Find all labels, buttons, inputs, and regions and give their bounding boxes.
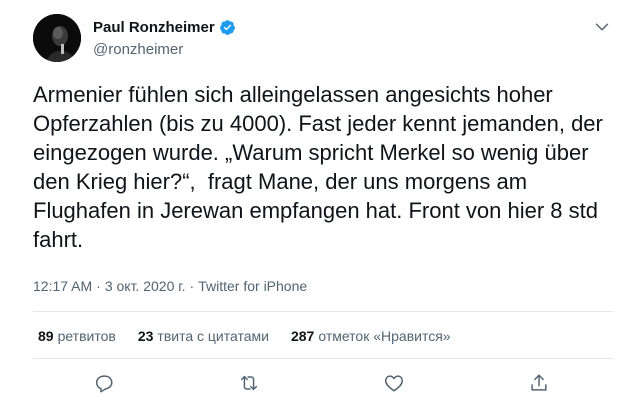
share-icon[interactable] — [528, 372, 554, 398]
avatar[interactable] — [33, 14, 81, 62]
divider — [33, 358, 613, 359]
meta-separator: · — [189, 278, 195, 294]
likes-count: 287 — [290, 328, 315, 344]
person-avatar-icon — [33, 14, 81, 62]
divider — [33, 311, 613, 312]
retweets-count: 89 — [38, 328, 54, 344]
likes-label: отметок «Нравится» — [318, 328, 451, 344]
tweet-source[interactable]: Twitter for iPhone — [198, 278, 307, 294]
quotes-stat[interactable]: 23 твита с цитатами — [138, 328, 269, 344]
tweet-stats: 89 ретвитов 23 твита с цитатами 287 отметок… — [38, 326, 473, 346]
quotes-label: твита с цитатами — [157, 328, 269, 344]
tweet-card: Paul Ronzheimer @ronzheimer Armenier füh… — [0, 0, 637, 400]
author-display-name[interactable]: Paul Ronzheimer — [93, 19, 215, 36]
tweet-actions — [33, 372, 613, 400]
tweet-meta: 12:17 AM · 3 окт. 2020 г. · Twitter for iPho… — [33, 276, 307, 296]
meta-separator: · — [96, 278, 101, 294]
tweet-time[interactable]: 12:17 AM — [33, 278, 92, 294]
author-handle[interactable]: @ronzheimer — [93, 40, 236, 60]
retweet-icon[interactable] — [238, 372, 264, 398]
chevron-down-icon[interactable] — [591, 16, 613, 38]
verified-badge-icon — [219, 19, 236, 36]
reply-icon[interactable] — [93, 372, 119, 398]
retweets-label: ретвитов — [57, 328, 116, 344]
like-icon[interactable] — [383, 372, 409, 398]
quotes-count: 23 — [137, 328, 154, 344]
tweet-text: Armenier fühlen sich alleingelassen ange… — [33, 82, 609, 252]
retweets-stat[interactable]: 89 ретвитов — [38, 328, 116, 344]
author-names: Paul Ronzheimer @ronzheimer — [93, 16, 236, 60]
tweet-date[interactable]: 3 окт. 2020 г. — [105, 278, 186, 294]
tweet-header: Paul Ronzheimer @ronzheimer — [33, 14, 613, 62]
likes-stat[interactable]: 287 отметок «Нравится» — [291, 328, 451, 344]
